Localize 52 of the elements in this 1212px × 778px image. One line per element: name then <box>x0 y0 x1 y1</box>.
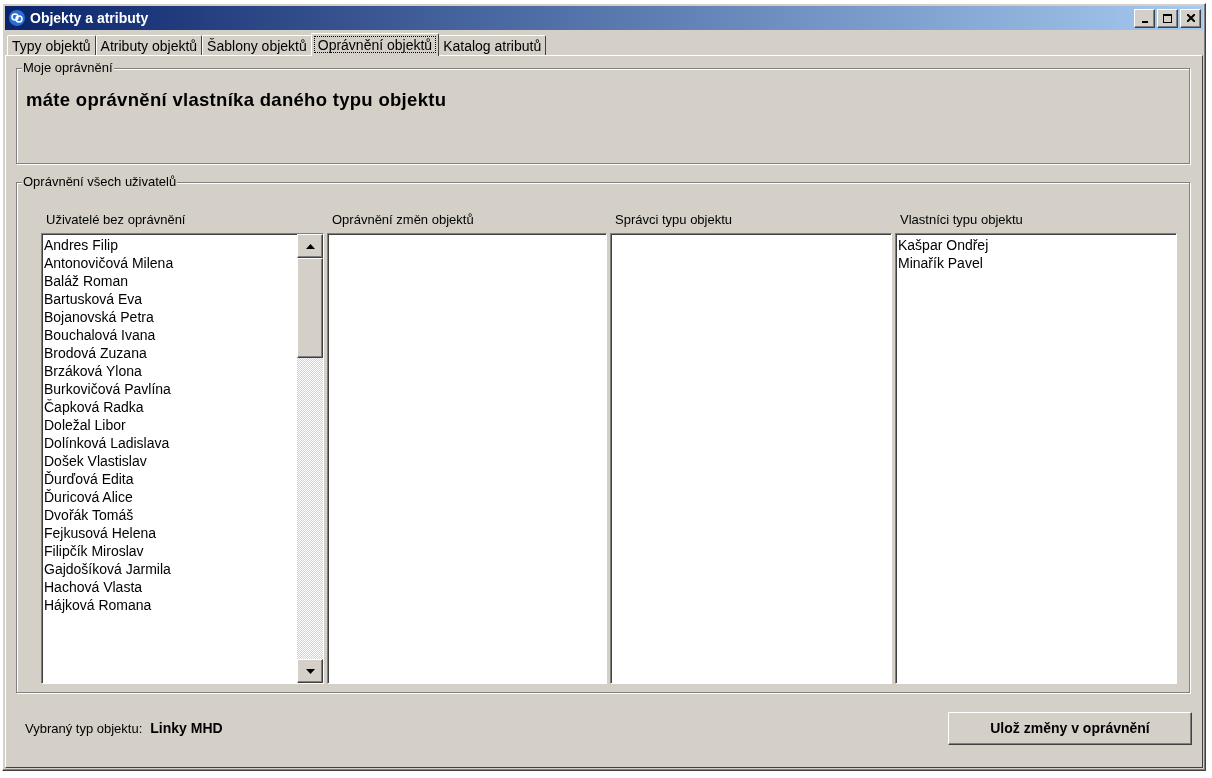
list-item[interactable]: Ďuricová Alice <box>44 488 295 506</box>
list-item[interactable]: Brodová Zuzana <box>44 344 295 362</box>
maximize-button[interactable] <box>1157 8 1178 28</box>
scrollbar[interactable] <box>297 234 323 683</box>
tab[interactable]: Šablony objektů <box>202 35 312 55</box>
list-item[interactable]: Brzáková Ylona <box>44 362 295 380</box>
list-item[interactable]: Fejkusová Helena <box>44 524 295 542</box>
list-box[interactable] <box>41 233 324 684</box>
list-item[interactable]: Bojanovská Petra <box>44 308 295 326</box>
list-item[interactable]: Dolínková Ladislava <box>44 434 295 452</box>
maximize-icon <box>1163 13 1172 23</box>
list-box[interactable]: Kašpar Ondřej Minařík Pavel <box>895 233 1177 684</box>
tab[interactable]: Katalog atributů <box>438 35 547 55</box>
close-button[interactable] <box>1180 8 1201 28</box>
group-title: Moje oprávnění <box>22 60 114 76</box>
column-header: Správci typu objektu <box>614 211 734 228</box>
selected-type-label: Vybraný typ objektu: <box>25 720 143 736</box>
selected-type-value: Linky MHD <box>150 720 224 736</box>
list-item[interactable]: Dvořák Tomáš <box>44 506 295 524</box>
list-item[interactable]: Minařík Pavel <box>898 254 1174 272</box>
list-item[interactable]: Hájková Romana <box>44 596 295 614</box>
group-title: Oprávnění všech uživatelů <box>22 174 178 190</box>
list-item[interactable]: Bouchalová Ivana <box>44 326 295 344</box>
list-item[interactable]: Hachová Vlasta <box>44 578 295 596</box>
tab[interactable]: Typy objektů <box>7 35 96 55</box>
window-title: Objekty a atributy <box>30 10 150 26</box>
list-item[interactable]: Ďurďová Edita <box>44 470 295 488</box>
list-item[interactable]: Gajdošíková Jarmila <box>44 560 295 578</box>
list-item[interactable]: Filipčík Miroslav <box>44 542 295 560</box>
list-item[interactable]: Bartusková Eva <box>44 290 295 308</box>
list-item[interactable]: Doležal Libor <box>44 416 295 434</box>
column-header: Vlastníci typu objektu <box>899 211 1024 228</box>
minimize-button[interactable] <box>1134 8 1155 28</box>
list-item[interactable]: Došek Vlastislav <box>44 452 295 470</box>
minimize-icon <box>1141 20 1148 23</box>
list-item[interactable]: Čapková Radka <box>44 398 295 416</box>
tab[interactable]: Atributy objektů <box>95 35 203 55</box>
list-item[interactable]: Andres Filip <box>44 236 295 254</box>
app-icon <box>8 9 26 27</box>
list-item[interactable]: Baláž Roman <box>44 272 295 290</box>
list-item[interactable]: Antonovičová Milena <box>44 254 295 272</box>
permission-text: máte oprávnění vlastníka daného typu objektu <box>26 89 447 111</box>
scroll-down-icon <box>305 668 315 674</box>
column-header: Uživatelé bez oprávnění <box>45 211 187 228</box>
scroll-thumb[interactable] <box>297 258 323 358</box>
save-button[interactable]: Ulož změny v oprávnění <box>948 711 1192 745</box>
close-icon <box>1186 14 1195 22</box>
list-item[interactable]: Burkovičová Pavlína <box>44 380 295 398</box>
list-item[interactable]: Kašpar Ondřej <box>898 236 1174 254</box>
scroll-up-icon <box>305 243 315 249</box>
column-header: Oprávnění změn objektů <box>331 211 475 228</box>
tab[interactable]: Oprávnění objektů <box>310 33 440 56</box>
